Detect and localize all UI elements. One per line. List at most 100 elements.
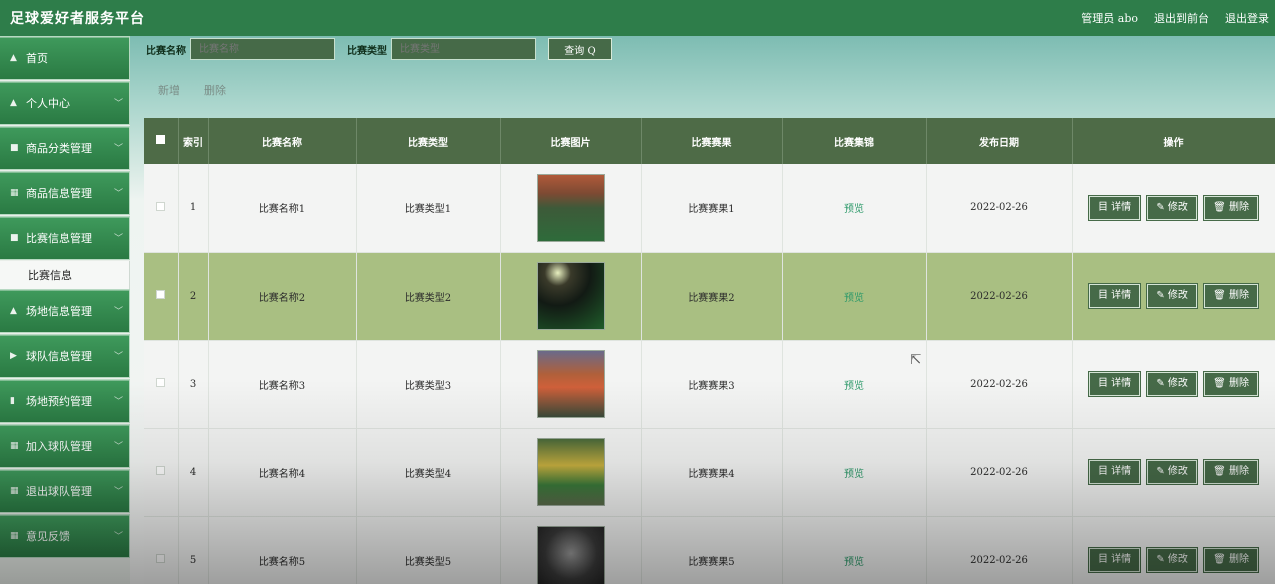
highlight-preview-link[interactable]: 预览 [844,293,864,304]
user-icon: ▲ [10,306,17,316]
col-header: 比赛名称 [208,118,357,164]
user-icon: ▲ [10,98,17,108]
row-checkbox[interactable] [156,201,166,211]
delete-row-button[interactable]: 🗑 删除 [1203,194,1259,221]
sidebar-item-label: 比赛信息管理 [26,232,92,245]
sidebar-item-quit-team[interactable]: ▦ 退出球队管理 ﹀ [0,469,130,513]
row-checkbox[interactable] [156,290,166,299]
chevron-down-icon: ﹀ [113,99,123,109]
sidebar-item-label: 场地信息管理 [26,305,92,318]
detail-button[interactable]: 目 详情 [1087,194,1142,221]
delete-button[interactable]: 删除 [204,82,226,98]
action-bar: 新增 删除 [158,82,226,98]
delete-row-button[interactable]: 🗑 删除 [1203,283,1259,309]
grid-icon: ▦ [10,486,19,496]
table-header-row: 索引 比赛名称 比赛类型 比赛图片 比赛赛果 比赛集锦 发布日期 操作 [144,118,1275,164]
sidebar-item-team-info[interactable]: ▶ 球队信息管理 ﹀ [0,334,130,378]
sidebar-item-goods-info[interactable]: ▦ 商品信息管理 ﹀ [0,171,130,215]
edit-button[interactable]: ✎ 修改 [1146,194,1198,221]
row-checkbox[interactable] [156,554,166,563]
sidebar-item-feedback[interactable]: ▦ 意见反馈 ﹀ [0,514,130,558]
chevron-down-icon: ﹀ [113,189,123,199]
row-index: 5 [178,516,209,584]
row-type: 比赛类型4 [356,428,501,517]
col-header: 比赛赛果 [641,118,783,164]
name-search-label: 比赛名称 [146,45,186,57]
match-table: 索引 比赛名称 比赛类型 比赛图片 比赛赛果 比赛集锦 发布日期 操作 1 比赛… [144,118,1275,584]
add-button[interactable]: 新增 [158,82,180,98]
sidebar: ▲ 首页 ▲ 个人中心 ﹀ ■ 商品分类管理 ﹀ ▦ 商品信息管理 ﹀ ■ 比赛… [0,36,130,584]
sidebar-item-goods-category[interactable]: ■ 商品分类管理 ﹀ [0,126,130,170]
edit-button[interactable]: ✎ 修改 [1146,547,1198,573]
highlight-preview-link[interactable]: 预览 [844,469,864,480]
row-result: 比赛赛果2 [641,252,783,341]
chevron-down-icon: ﹀ [113,352,123,362]
col-header: 比赛集锦 [782,118,927,164]
mouse-cursor-icon: ⇱ [910,352,922,368]
row-name: 比赛名称4 [208,428,357,517]
logout-link[interactable]: 退出登录 [1225,10,1269,26]
home-icon: ▲ [10,53,17,63]
chevron-down-icon: ﹀ [113,532,123,542]
sidebar-item-venue-booking[interactable]: ▮ 场地预约管理 ﹀ [0,379,130,423]
row-result: 比赛赛果1 [641,164,783,253]
grid-icon: ▦ [10,531,19,541]
table-row: 2 比赛名称2 比赛类型2 比赛赛果2 预览 2022-02-26 目 详情 ✎… [144,252,1275,341]
delete-row-button[interactable]: 🗑 删除 [1203,459,1259,485]
sidebar-subitem-match[interactable]: 比赛信息 [0,261,130,289]
sidebar-item-personal[interactable]: ▲ 个人中心 ﹀ [0,81,130,125]
row-date: 2022-02-26 [926,252,1073,341]
sidebar-item-venue-info[interactable]: ▲ 场地信息管理 ﹀ [0,289,130,333]
sidebar-item-label: 首页 [26,52,48,65]
sidebar-item-match-info[interactable]: ■ 比赛信息管理 ﹀ [0,216,130,260]
row-type: 比赛类型2 [356,252,501,341]
row-name: 比赛名称5 [208,516,357,584]
row-checkbox[interactable] [156,466,166,475]
col-header: 比赛类型 [356,118,501,164]
edit-button[interactable]: ✎ 修改 [1146,371,1198,397]
row-index: 1 [178,164,209,253]
sidebar-item-label: 球队信息管理 [26,350,92,363]
col-header: 发布日期 [926,118,1073,164]
detail-button[interactable]: 目 详情 [1087,459,1142,485]
table-row: 5 比赛名称5 比赛类型5 比赛赛果5 预览 2022-02-26 目 详情 ✎… [144,516,1275,584]
type-search-input[interactable] [391,38,536,60]
row-type: 比赛类型1 [356,164,501,253]
grid-icon: ▦ [10,188,19,198]
match-image [536,262,605,330]
sidebar-item-home[interactable]: ▲ 首页 [0,36,130,80]
row-name: 比赛名称1 [208,164,357,253]
delete-row-button[interactable]: 🗑 删除 [1203,371,1259,397]
highlight-preview-link[interactable]: 预览 [844,204,864,215]
row-type: 比赛类型5 [356,516,501,584]
sidebar-item-join-team[interactable]: ▦ 加入球队管理 ﹀ [0,424,130,468]
table-row: 3 比赛名称3 比赛类型3 比赛赛果3 预览 2022-02-26 目 详情 ✎… [144,340,1275,429]
sidebar-item-label: 退出球队管理 [26,485,92,498]
search-button[interactable]: 查询 Q [548,38,612,60]
row-date: 2022-02-26 [926,340,1073,429]
highlight-preview-link[interactable]: 预览 [844,557,864,568]
to-front-link[interactable]: 退出到前台 [1154,10,1209,26]
chart-icon: ▮ [10,396,15,406]
select-all-checkbox[interactable] [156,135,166,144]
type-search-label: 比赛类型 [347,45,387,57]
highlight-preview-link[interactable]: 预览 [844,381,864,392]
table-row: 1 比赛名称1 比赛类型1 比赛赛果1 预览 2022-02-26 目 详情 ✎… [144,164,1275,253]
sidebar-item-label: 意见反馈 [26,530,70,543]
admin-label: 管理员 abo [1081,12,1138,25]
name-search-input[interactable] [190,38,335,60]
detail-button[interactable]: 目 详情 [1087,371,1142,397]
col-header: 索引 [178,118,209,164]
edit-button[interactable]: ✎ 修改 [1146,283,1198,309]
row-checkbox[interactable] [156,378,166,387]
match-image [536,526,605,584]
detail-button[interactable]: 目 详情 [1087,283,1142,309]
delete-row-button[interactable]: 🗑 删除 [1203,547,1259,573]
row-date: 2022-02-26 [926,516,1073,584]
chevron-down-icon: ﹀ [113,144,123,154]
select-all-cell[interactable] [144,118,179,164]
row-name: 比赛名称2 [208,252,357,341]
row-type: 比赛类型3 [356,340,501,429]
edit-button[interactable]: ✎ 修改 [1146,459,1198,485]
detail-button[interactable]: 目 详情 [1087,547,1142,573]
